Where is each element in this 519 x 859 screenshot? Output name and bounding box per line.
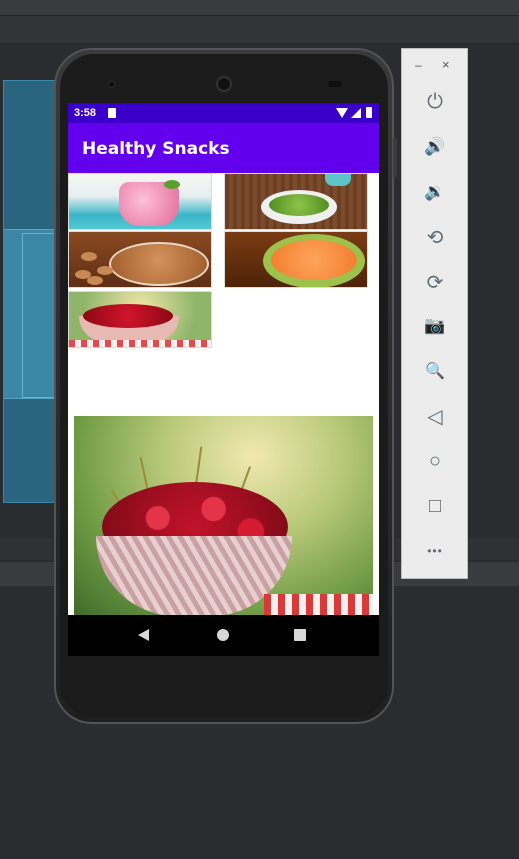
teal-cup [325,174,351,186]
checkered-cloth [264,594,373,616]
almond [87,276,103,285]
back-icon[interactable]: ◁ [422,403,448,429]
nav-recents-icon[interactable] [294,629,306,641]
nav-home-icon[interactable] [217,629,229,641]
ide-toolbar [0,16,519,44]
edamame-image[interactable] [224,173,368,230]
signal-icon [351,108,361,118]
almond [97,266,113,275]
more-icon[interactable]: ••• [422,538,448,564]
proximity-sensor [328,81,342,87]
app-bar: Healthy Snacks [68,123,379,173]
almonds-image[interactable] [68,231,212,288]
home-icon[interactable]: ○ [422,448,448,474]
wifi-icon [336,108,348,118]
rotate-right-icon[interactable]: ⟳ [422,269,448,295]
close-icon[interactable]: × [442,57,450,72]
rotate-left-icon[interactable]: ⟲ [422,224,448,250]
device-screen: 3:58 Healthy Snacks [68,103,379,656]
volume-down-icon[interactable]: 🔉 [422,179,448,205]
power-icon[interactable]: ⏻ [422,89,448,115]
smoothie-image[interactable] [68,173,212,230]
navigation-bar [68,615,379,656]
glass-bowl [96,536,292,616]
earpiece [216,76,232,92]
ide-title-bar [0,0,519,16]
edamame-beans [269,194,329,216]
battery-icon [366,107,372,118]
emulator-toolbar: – × ⏻ 🔊 🔉 ⟲ ⟳ 📷 🔍 ◁ ○ □ ••• [401,48,468,579]
volume-up-icon[interactable]: 🔊 [422,134,448,160]
almond [81,252,97,261]
checkered-cloth [69,340,211,347]
minimize-icon[interactable]: – [415,58,422,72]
almond-bowl [109,242,209,286]
camera-icon[interactable]: 📷 [422,313,448,339]
mint-leaf [164,180,180,189]
overview-icon[interactable]: □ [422,493,448,519]
phone-volume-button[interactable] [393,138,397,178]
cherries-image[interactable] [68,291,212,348]
apricots-image[interactable] [224,231,368,288]
cherries-large-image [74,416,373,616]
zoom-icon[interactable]: 🔍 [422,358,448,384]
dried-apricots [271,240,357,280]
emulator-toolbar-header: – × [402,49,469,85]
sd-card-icon [108,108,116,118]
nav-back-icon[interactable] [138,629,149,641]
status-time: 3:58 [74,107,97,119]
app-title: Healthy Snacks [82,139,230,159]
front-camera [108,81,115,88]
status-bar: 3:58 [68,103,379,123]
cherries [83,304,173,328]
